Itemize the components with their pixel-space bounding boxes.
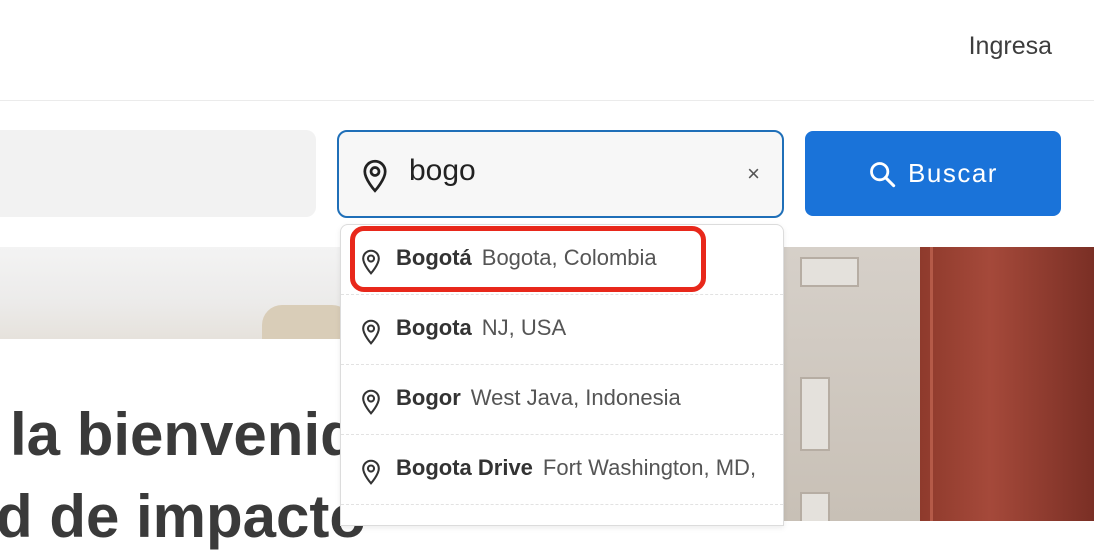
- facade-edge: [930, 247, 933, 521]
- keyword-input[interactable]: [0, 130, 316, 217]
- hero-image-right: [780, 247, 1094, 521]
- suggestion-item[interactable]: Bogotá Bogota, Colombia: [341, 225, 783, 295]
- suggestion-text: Bogotá Bogota, Colombia: [396, 245, 657, 271]
- suggestion-item[interactable]: Bogor West Java, Indonesia: [341, 365, 783, 435]
- red-facade: [920, 247, 1094, 521]
- suggestion-name: Bogor: [396, 385, 461, 410]
- map-pin-icon: [362, 389, 380, 415]
- location-input[interactable]: bogo ×: [337, 130, 784, 218]
- building-window: [800, 377, 830, 451]
- suggestion-text: Bogota NJ, USA: [396, 315, 566, 341]
- map-pin-icon: [362, 319, 380, 345]
- hero-title-line-2: d de impacto: [0, 483, 367, 550]
- login-link[interactable]: Ingresa: [969, 32, 1052, 61]
- suggestion-text: Bogota Drive Fort Washington, MD,: [396, 455, 756, 481]
- map-pin-icon: [362, 249, 380, 275]
- close-icon[interactable]: ×: [747, 163, 760, 185]
- location-suggestions-dropdown: Bogotá Bogota, Colombia Bogota NJ, USA Bog…: [340, 224, 784, 526]
- suggestion-item[interactable]: Bogota NJ, USA: [341, 295, 783, 365]
- suggestion-name: Bogotá: [396, 245, 472, 270]
- location-input-value[interactable]: bogo: [409, 154, 476, 188]
- top-header: [0, 0, 1094, 101]
- map-pin-icon: [363, 159, 387, 193]
- suggestion-region: West Java, Indonesia: [470, 385, 681, 410]
- map-pin-icon: [362, 459, 380, 485]
- suggestion-region: Bogota, Colombia: [481, 245, 657, 270]
- suggestion-name: Bogota Drive: [396, 455, 533, 480]
- building-window: [800, 257, 859, 287]
- building-window: [800, 492, 830, 521]
- suggestion-region: NJ, USA: [481, 315, 567, 340]
- suggestion-name: Bogota: [396, 315, 472, 340]
- suggestion-text: Bogor West Java, Indonesia: [396, 385, 681, 411]
- search-button-label: Buscar: [908, 158, 998, 188]
- suggestion-item[interactable]: Bogota Drive Fort Washington, MD,: [341, 435, 783, 505]
- magnifier-icon: [870, 161, 896, 187]
- search-button[interactable]: Buscar: [805, 131, 1061, 216]
- suggestion-region: Fort Washington, MD,: [542, 455, 757, 480]
- hero-title-line-1: la bienvenid: [10, 401, 357, 468]
